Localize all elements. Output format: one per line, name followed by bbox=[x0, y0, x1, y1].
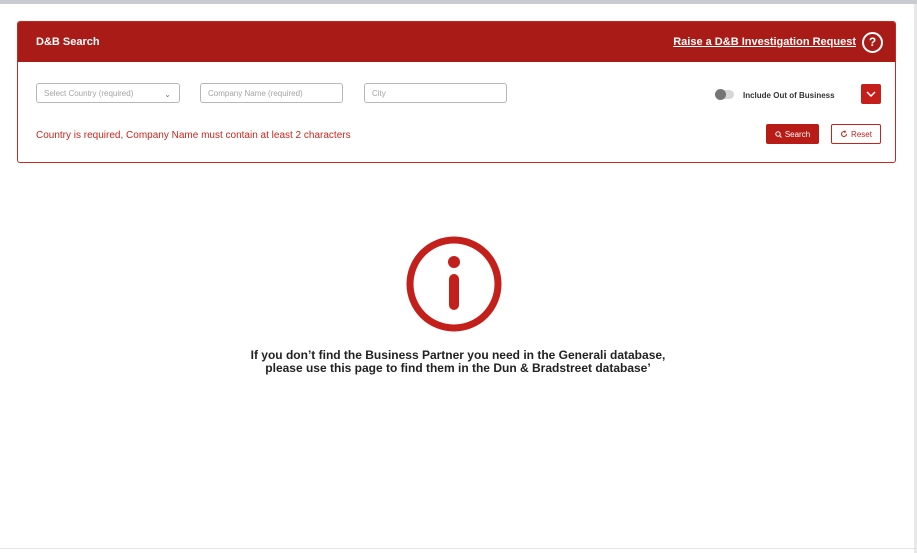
city-input[interactable]: City bbox=[364, 83, 507, 103]
top-strip bbox=[0, 0, 917, 4]
include-out-of-business-label: Include Out of Business bbox=[743, 91, 835, 100]
city-placeholder: City bbox=[372, 88, 386, 98]
search-button-label: Search bbox=[784, 129, 811, 139]
expand-filters-button[interactable] bbox=[861, 84, 881, 104]
help-icon[interactable]: ? bbox=[862, 31, 883, 53]
info-message-line-2: please use this page to find them in the… bbox=[265, 361, 651, 375]
panel-title: D&B Search bbox=[36, 36, 100, 48]
info-icon bbox=[406, 236, 502, 332]
chevron-down-icon bbox=[866, 91, 876, 97]
toggle-knob bbox=[715, 89, 726, 100]
bottom-divider bbox=[0, 548, 917, 549]
validation-error: Country is required, Company Name must c… bbox=[36, 130, 351, 141]
chevron-down-icon: ⌄ bbox=[164, 90, 171, 99]
reset-icon bbox=[841, 130, 848, 137]
panel-header: D&B Search Raise a D&B Investigation Req… bbox=[18, 22, 895, 62]
search-icon bbox=[775, 130, 782, 138]
country-placeholder: Select Country (required) bbox=[44, 88, 134, 98]
info-message: If you don’t find the Business Partner y… bbox=[208, 349, 708, 375]
reset-button[interactable]: Reset bbox=[831, 124, 881, 144]
country-select[interactable]: Select Country (required) ⌄ bbox=[36, 83, 180, 103]
company-placeholder: Company Name (required) bbox=[208, 88, 303, 98]
search-button[interactable]: Search bbox=[766, 124, 819, 144]
company-name-input[interactable]: Company Name (required) bbox=[200, 83, 343, 103]
reset-button-label: Reset bbox=[851, 129, 872, 139]
investigation-request-link[interactable]: Raise a D&B Investigation Request bbox=[673, 36, 856, 48]
search-panel: D&B Search Raise a D&B Investigation Req… bbox=[17, 21, 896, 163]
include-out-of-business-toggle[interactable] bbox=[715, 89, 734, 100]
header-actions: Raise a D&B Investigation Request ? bbox=[673, 31, 883, 53]
